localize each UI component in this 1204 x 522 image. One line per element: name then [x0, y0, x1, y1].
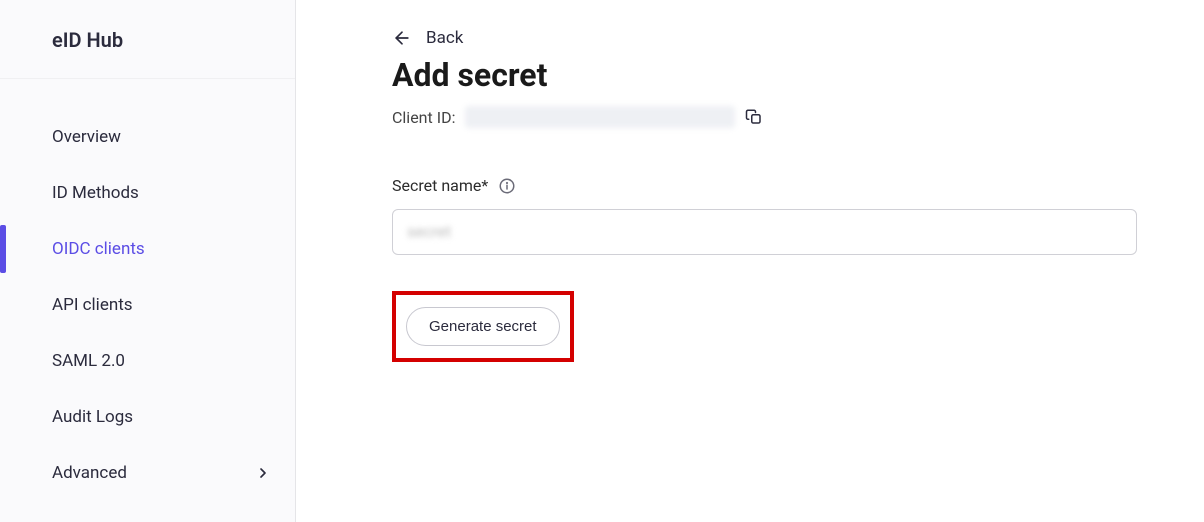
sidebar-item-label: ID Methods [52, 183, 139, 203]
sidebar-nav: Overview ID Methods OIDC clients API cli… [0, 79, 295, 501]
sidebar-item-label: Audit Logs [52, 407, 133, 427]
main-content: Back Add secret Client ID: Secret name* … [296, 0, 1204, 522]
info-icon[interactable] [498, 177, 516, 195]
highlight-annotation: Generate secret [392, 291, 574, 362]
secret-name-input[interactable]: secret [392, 209, 1137, 255]
required-asterisk: * [481, 176, 488, 195]
brand-header: eID Hub [0, 0, 295, 79]
sidebar-item-label: OIDC clients [52, 239, 145, 259]
sidebar-item-label: Advanced [52, 463, 127, 483]
back-label: Back [426, 28, 463, 48]
back-button[interactable]: Back [392, 28, 1144, 48]
secret-name-label: Secret name* [392, 176, 488, 195]
sidebar-item-audit-logs[interactable]: Audit Logs [0, 389, 295, 445]
sidebar-item-api-clients[interactable]: API clients [0, 277, 295, 333]
sidebar: eID Hub Overview ID Methods OIDC clients… [0, 0, 296, 522]
sidebar-item-advanced[interactable]: Advanced [0, 445, 295, 501]
arrow-left-icon [392, 28, 412, 48]
copy-icon[interactable] [745, 108, 763, 126]
client-id-value [465, 106, 735, 128]
sidebar-item-overview[interactable]: Overview [0, 109, 295, 165]
page-title: Add secret [392, 56, 1144, 94]
sidebar-item-id-methods[interactable]: ID Methods [0, 165, 295, 221]
chevron-right-icon [255, 465, 271, 481]
sidebar-item-oidc-clients[interactable]: OIDC clients [0, 221, 295, 277]
client-id-label: Client ID: [392, 108, 455, 127]
generate-secret-button[interactable]: Generate secret [406, 307, 560, 346]
sidebar-item-label: Overview [52, 127, 121, 147]
sidebar-item-label: API clients [52, 295, 133, 315]
brand-title: eID Hub [52, 28, 295, 52]
secret-name-label-row: Secret name* [392, 176, 1144, 195]
secret-name-input-value: secret [407, 210, 451, 241]
client-id-row: Client ID: [392, 106, 1144, 128]
sidebar-item-label: SAML 2.0 [52, 351, 125, 371]
sidebar-item-saml[interactable]: SAML 2.0 [0, 333, 295, 389]
secret-name-label-text: Secret name [392, 176, 481, 195]
